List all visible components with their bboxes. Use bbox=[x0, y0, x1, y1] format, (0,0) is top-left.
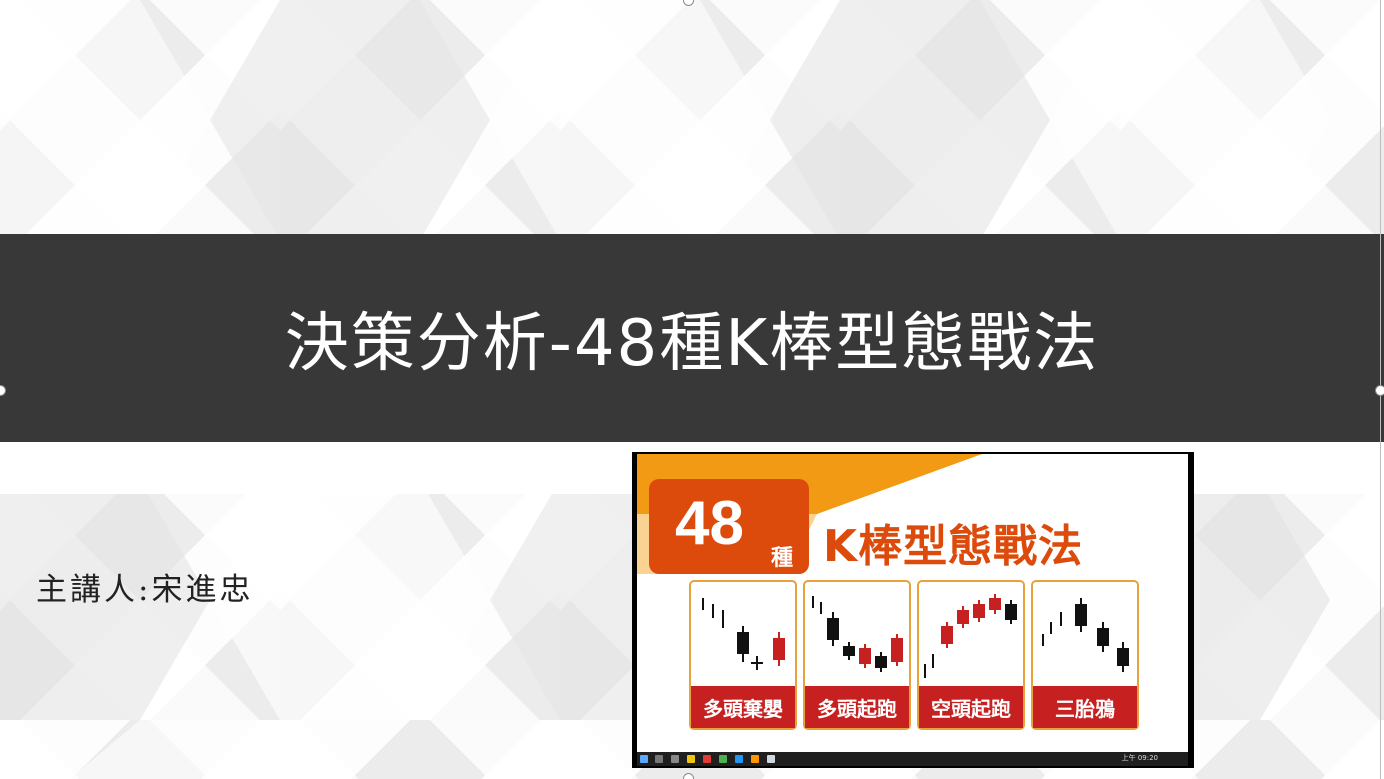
file-explorer-icon[interactable] bbox=[687, 755, 695, 763]
resize-handle-right[interactable] bbox=[1375, 385, 1384, 396]
candlestick-chart-icon bbox=[702, 598, 785, 670]
pattern-panel-1: 多頭棄嬰 bbox=[689, 580, 797, 730]
panel-label: 多頭起跑 bbox=[805, 686, 909, 728]
panel-label: 多頭棄嬰 bbox=[691, 686, 795, 728]
panel-label: 空頭起跑 bbox=[919, 686, 1023, 728]
slide-title[interactable]: 決策分析-48種K棒型態戰法 bbox=[0, 234, 1384, 442]
search-icon[interactable] bbox=[655, 755, 663, 763]
candlestick-chart-icon bbox=[1042, 598, 1129, 672]
panel-label: 三胎鴉 bbox=[1033, 686, 1137, 728]
candlestick-chart-icon bbox=[812, 596, 903, 672]
candlestick-chart-icon bbox=[924, 594, 1017, 678]
embedded-slide: 48 種 K棒型態戰法 — ▫ ✕ 多頭棄嬰 多頭起跑 空頭起跑 三胎鴉 bbox=[637, 454, 1188, 752]
taskbar-clock[interactable]: 上午 09:20 bbox=[1122, 753, 1158, 763]
windows-start-icon[interactable] bbox=[640, 755, 648, 763]
resize-handle-bottom[interactable] bbox=[683, 773, 694, 779]
slide-canvas: 決策分析-48種K棒型態戰法 主講人:宋進忠 48 種 K棒型態戰法 — ▫ ✕ bbox=[0, 0, 1384, 779]
app-icon[interactable] bbox=[703, 755, 711, 763]
pattern-panel-3: 空頭起跑 bbox=[917, 580, 1025, 730]
app-icon[interactable] bbox=[719, 755, 727, 763]
title-banner: 決策分析-48種K棒型態戰法 bbox=[0, 234, 1384, 442]
windows-taskbar: 上午 09:20 bbox=[637, 752, 1188, 766]
window-controls[interactable]: — ▫ ✕ bbox=[1102, 457, 1180, 467]
badge-number: 48 bbox=[675, 489, 744, 558]
app-icon[interactable] bbox=[751, 755, 759, 763]
pattern-panel-2: 多頭起跑 bbox=[803, 580, 911, 730]
badge-unit: 種 bbox=[771, 546, 794, 571]
presenter-text[interactable]: 主講人:宋進忠 bbox=[36, 564, 253, 609]
embedded-screenshot[interactable]: 48 種 K棒型態戰法 — ▫ ✕ 多頭棄嬰 多頭起跑 空頭起跑 三胎鴉 上午 … bbox=[632, 452, 1194, 768]
task-view-icon[interactable] bbox=[671, 755, 679, 763]
pattern-panel-4: 三胎鴉 bbox=[1031, 580, 1139, 730]
app-icon[interactable] bbox=[735, 755, 743, 763]
app-icon[interactable] bbox=[767, 755, 775, 763]
embedded-headline: K棒型態戰法 bbox=[823, 521, 1084, 572]
